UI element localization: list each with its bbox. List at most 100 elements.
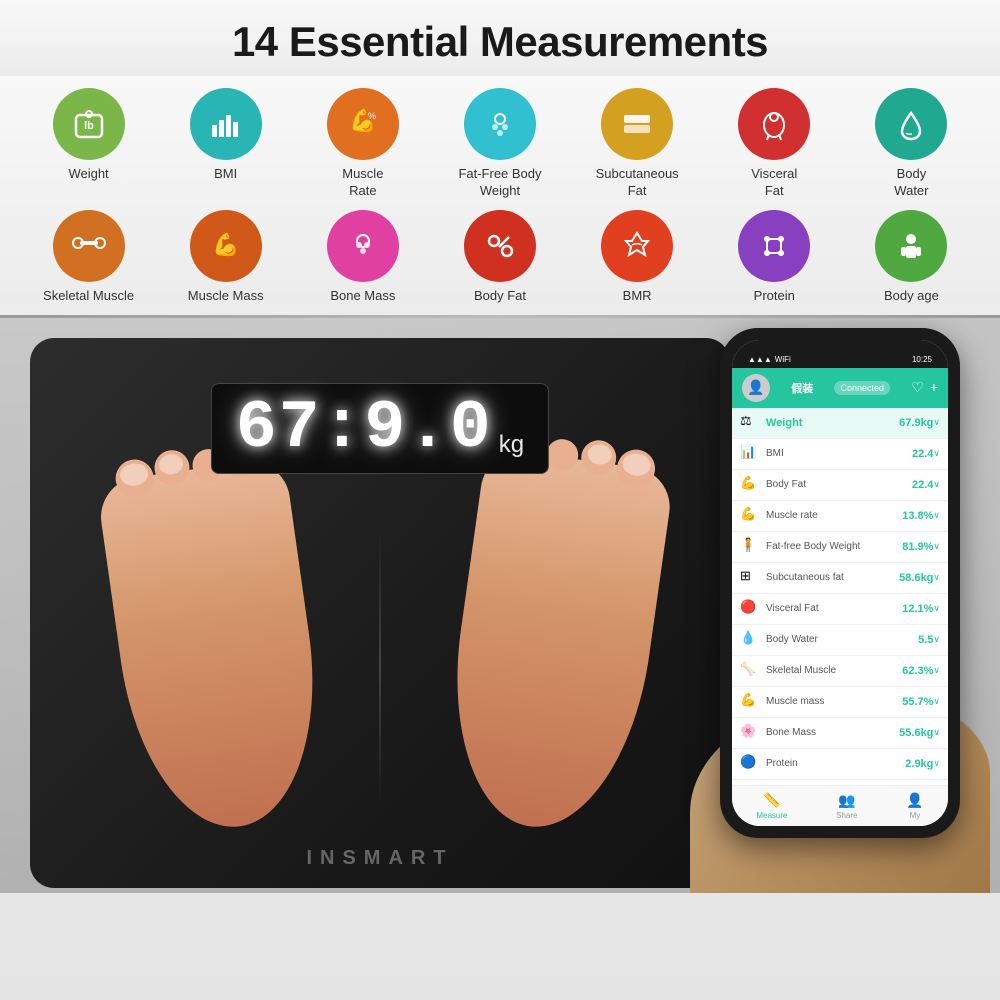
wifi-icon: WiFi bbox=[775, 355, 791, 364]
measurement-bmi[interactable]: 📊 BMI 22.4 ∨ bbox=[732, 439, 948, 470]
subcut-fat-icon bbox=[601, 88, 673, 160]
body-fat-icon bbox=[464, 210, 536, 282]
signal-icon: ▲▲▲ bbox=[748, 355, 772, 364]
measurement-visceralfat[interactable]: 🔴 Visceral Fat 12.1% ∨ bbox=[732, 594, 948, 625]
icon-body-age: Body age bbox=[851, 210, 971, 305]
protein-row-icon: 🔵 bbox=[740, 754, 760, 774]
bone-mass-icon bbox=[327, 210, 399, 282]
foot-right bbox=[435, 446, 675, 839]
scale-center-line bbox=[379, 530, 381, 805]
skeletal-icon bbox=[53, 210, 125, 282]
foot-left bbox=[96, 456, 334, 839]
icon-protein: Protein bbox=[714, 210, 834, 305]
bone-mass-label: Bone Mass bbox=[330, 288, 395, 305]
icon-visceral-fat: VisceralFat bbox=[714, 88, 834, 200]
musclemass-icon: 💪 bbox=[740, 692, 760, 712]
muscle-mass-icon: 💪 bbox=[190, 210, 262, 282]
icon-bmi: BMI bbox=[166, 88, 286, 183]
measurement-bodywater[interactable]: 💧 Body Water 5.5 ∨ bbox=[732, 625, 948, 656]
measure-label: Measure bbox=[756, 811, 787, 820]
connected-badge: Connected bbox=[834, 381, 890, 395]
protein-row-label: Protein bbox=[766, 758, 798, 769]
measurement-bonemass[interactable]: 🌸 Bone Mass 55.6kg ∨ bbox=[732, 718, 948, 749]
bonemass-value: 55.6kg bbox=[899, 727, 933, 739]
visceralfat-value: 12.1% bbox=[902, 603, 933, 615]
icon-fat-free: Fat-Free BodyWeight bbox=[440, 88, 560, 200]
measure-icon: 📏 bbox=[763, 792, 780, 809]
bodywater-value: 5.5 bbox=[918, 634, 933, 646]
subcutfat-icon: ⊞ bbox=[740, 568, 760, 588]
musclemass-value: 55.7% bbox=[902, 696, 933, 708]
skeletal-chevron: ∨ bbox=[933, 665, 940, 676]
user-avatar: 👤 bbox=[742, 374, 770, 402]
phone-outer: ▲▲▲ WiFi 10:25 👤 假装 Connected ♡ + bbox=[720, 328, 960, 838]
body-water-icon bbox=[875, 88, 947, 160]
measurement-subcutfat[interactable]: ⊞ Subcutaneous fat 58.6kg ∨ bbox=[732, 563, 948, 594]
protein-icon bbox=[738, 210, 810, 282]
weight-row-value: 67.9kg bbox=[899, 417, 933, 429]
share-label: Share bbox=[836, 811, 857, 820]
scale-reading: 67:9.0 bbox=[236, 390, 493, 467]
fatfree-label: Fat-free Body Weight bbox=[766, 541, 860, 552]
bmi-icon bbox=[190, 88, 262, 160]
footer-share[interactable]: 👥 Share bbox=[836, 792, 857, 820]
page: 14 Essential Measurements lb Weight bbox=[0, 0, 1000, 1000]
weight-row-label: Weight bbox=[766, 417, 802, 429]
scale: 67:9.0 kg bbox=[30, 338, 730, 888]
add-icon[interactable]: + bbox=[930, 379, 938, 396]
bmr-label: BMR bbox=[623, 288, 652, 305]
bodyfat-chevron: ∨ bbox=[933, 479, 940, 490]
visceralfat-chevron: ∨ bbox=[933, 603, 940, 614]
bodywater-icon: 💧 bbox=[740, 630, 760, 650]
measurement-bodyfat[interactable]: 💪 Body Fat 22.4 ∨ bbox=[732, 470, 948, 501]
my-icon: 👤 bbox=[906, 792, 923, 809]
skeletal-row-label: Skeletal Muscle bbox=[766, 665, 836, 676]
measurements-icons: lb Weight BMI bbox=[0, 76, 1000, 305]
bonemass-chevron: ∨ bbox=[933, 727, 940, 738]
subcutfat-chevron: ∨ bbox=[933, 572, 940, 583]
musclerate-icon: 💪 bbox=[740, 506, 760, 526]
footer-measure[interactable]: 📏 Measure bbox=[756, 792, 787, 820]
brand-label: INSMART bbox=[306, 847, 453, 870]
subcutfat-value: 58.6kg bbox=[899, 572, 933, 584]
footer-my[interactable]: 👤 My bbox=[906, 792, 923, 820]
fatfree-value: 81.9% bbox=[902, 541, 933, 553]
measurement-weight[interactable]: ⚖ Weight 67.9kg ∨ bbox=[732, 408, 948, 439]
bodyfat-row-label: Body Fat bbox=[766, 479, 806, 490]
phone-container: ▲▲▲ WiFi 10:25 👤 假装 Connected ♡ + bbox=[720, 328, 980, 858]
main-section: 67:9.0 kg bbox=[0, 318, 1000, 893]
musclerate-label: Muscle rate bbox=[766, 510, 818, 521]
weight-icon: lb bbox=[53, 88, 125, 160]
icon-subcut-fat: SubcutaneousFat bbox=[577, 88, 697, 200]
phone-measurements-list: ⚖ Weight 67.9kg ∨ 📊 BMI 2 bbox=[732, 408, 948, 785]
visceral-fat-label: VisceralFat bbox=[751, 166, 797, 200]
weight-label: Weight bbox=[68, 166, 108, 183]
muscle-mass-label: Muscle Mass bbox=[188, 288, 264, 305]
weight-chevron: ∨ bbox=[933, 417, 940, 428]
heart-icon[interactable]: ♡ bbox=[911, 379, 924, 396]
icons-row-1: lb Weight BMI bbox=[20, 88, 980, 200]
muscle-rate-label: MuscleRate bbox=[342, 166, 383, 200]
subcutfat-label: Subcutaneous fat bbox=[766, 572, 844, 583]
icon-body-fat: Body Fat bbox=[440, 210, 560, 305]
measurement-musclemass[interactable]: 💪 Muscle mass 55.7% ∨ bbox=[732, 687, 948, 718]
protein-label: Protein bbox=[754, 288, 795, 305]
musclerate-chevron: ∨ bbox=[933, 510, 940, 521]
toe-r3 bbox=[544, 437, 580, 473]
skeletal-label: Skeletal Muscle bbox=[43, 288, 134, 305]
musclemass-chevron: ∨ bbox=[933, 696, 940, 707]
bmi-label: BMI bbox=[214, 166, 237, 183]
measurement-musclerate[interactable]: 💪 Muscle rate 13.8% ∨ bbox=[732, 501, 948, 532]
status-left: ▲▲▲ WiFi bbox=[748, 355, 791, 364]
skeletal-row-icon: 🦴 bbox=[740, 661, 760, 681]
body-age-label: Body age bbox=[884, 288, 939, 305]
status-time: 10:25 bbox=[912, 355, 932, 364]
bmi-row-icon: 📊 bbox=[740, 444, 760, 464]
measurement-skeletal[interactable]: 🦴 Skeletal Muscle 62.3% ∨ bbox=[732, 656, 948, 687]
user-name: 假装 bbox=[791, 380, 813, 396]
measurement-protein[interactable]: 🔵 Protein 2.9kg ∨ bbox=[732, 749, 948, 780]
musclemass-label: Muscle mass bbox=[766, 696, 824, 707]
icons-row-2: Skeletal Muscle 💪 Muscle Mass bbox=[20, 210, 980, 305]
icon-skeletal: Skeletal Muscle bbox=[29, 210, 149, 305]
measurement-fatfree[interactable]: 🧍 Fat-free Body Weight 81.9% ∨ bbox=[732, 532, 948, 563]
